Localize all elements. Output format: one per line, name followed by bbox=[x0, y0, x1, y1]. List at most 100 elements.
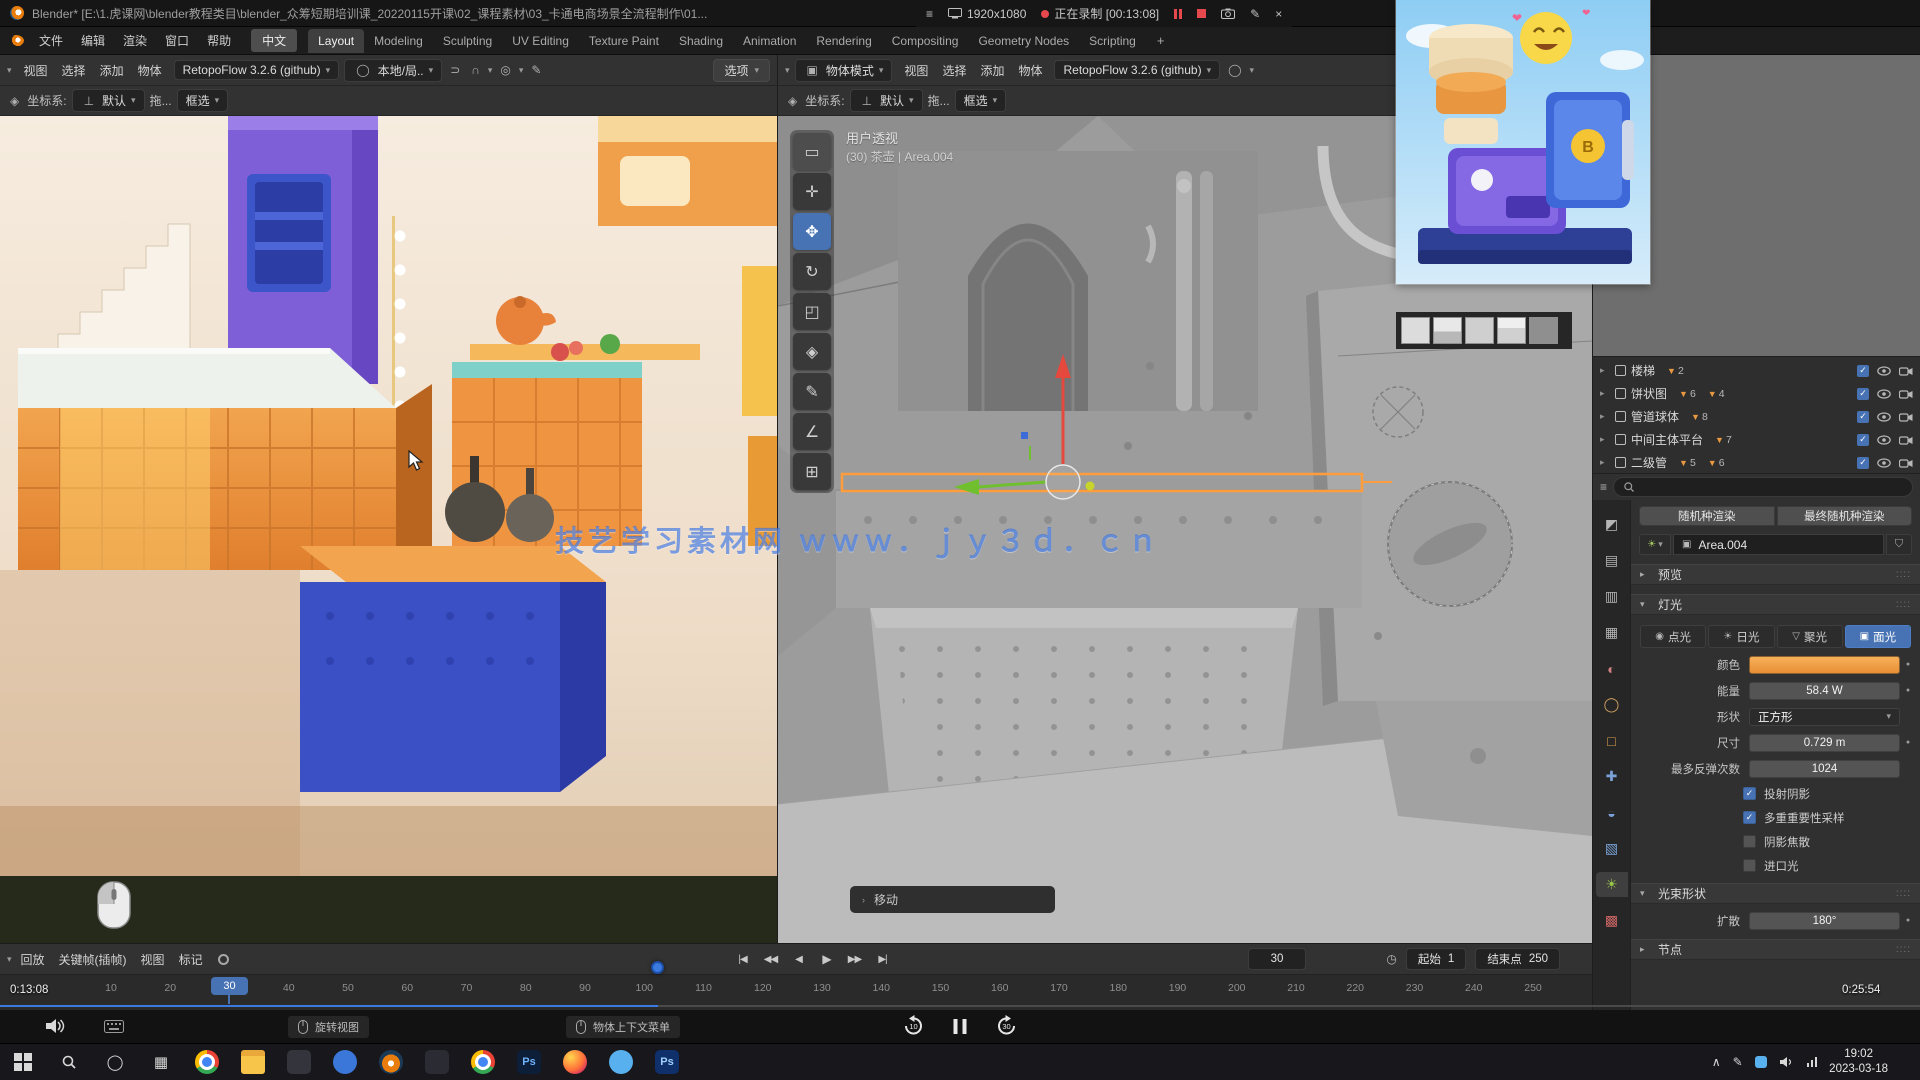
outliner-item-name[interactable]: 管道球体 bbox=[1631, 408, 1679, 425]
mode-dropdown[interactable]: ▣物体模式▾ bbox=[795, 59, 893, 82]
prop-checkbox-row-3[interactable]: 阴影焦散 bbox=[1743, 833, 1912, 850]
workspace-tab-rendering[interactable]: Rendering bbox=[806, 29, 881, 53]
recorder-pen-button[interactable]: ✎ bbox=[1250, 7, 1260, 21]
reference-image-preview[interactable]: B ❤ ❤ bbox=[1396, 0, 1650, 284]
play-button[interactable]: ▶ bbox=[814, 947, 839, 971]
transform-orientation-icon[interactable]: ◯ bbox=[1225, 63, 1244, 77]
taskbar-app-chrome[interactable] bbox=[184, 1044, 230, 1080]
area-light-button[interactable]: ▣面光 bbox=[1845, 625, 1911, 648]
measure-tool[interactable]: ∠ bbox=[793, 413, 831, 450]
taskbar-app-blender[interactable] bbox=[368, 1044, 414, 1080]
field-color[interactable] bbox=[1749, 656, 1900, 674]
jump-to-end-button[interactable]: ▶| bbox=[870, 947, 895, 971]
frame-end-field[interactable]: 结束点250 bbox=[1475, 948, 1560, 970]
taskbar-app-file-explorer[interactable] bbox=[230, 1044, 276, 1080]
thumbnail[interactable] bbox=[1529, 317, 1558, 344]
prev-keyframe-button[interactable]: ◀◀ bbox=[758, 947, 783, 971]
editor-chevron-icon[interactable]: ▾ bbox=[7, 65, 12, 76]
taskbar-app-chrome-2[interactable] bbox=[460, 1044, 506, 1080]
seed-render-button[interactable]: 随机种渲染 bbox=[1639, 506, 1775, 526]
outliner-item-name[interactable]: 楼梯 bbox=[1631, 362, 1655, 379]
menubar-menu-3[interactable]: 渲染 bbox=[114, 29, 156, 52]
timeline-menu-4[interactable]: 标记 bbox=[172, 948, 210, 971]
taskbar-app-task-view[interactable]: ▦ bbox=[138, 1044, 184, 1080]
workspace-tab-modeling[interactable]: Modeling bbox=[364, 29, 433, 53]
link-icon[interactable]: ⊃ bbox=[447, 63, 463, 77]
outliner-row[interactable]: ▸饼状图▼6▼4✓ bbox=[1593, 382, 1920, 405]
checkbox-icon[interactable]: ✓ bbox=[1743, 811, 1756, 824]
tab-object-data-icon[interactable]: ☀ bbox=[1596, 872, 1628, 897]
workspace-tab-texture-paint[interactable]: Texture Paint bbox=[579, 29, 669, 53]
falloff-dropdown-chevron[interactable]: ▾ bbox=[519, 65, 524, 76]
tray-volume-icon[interactable] bbox=[1779, 1056, 1795, 1068]
select-mode-dropdown[interactable]: 框选▾ bbox=[955, 89, 1007, 112]
checkbox-icon[interactable] bbox=[1743, 835, 1756, 848]
tray-app-icon[interactable] bbox=[1755, 1056, 1767, 1068]
operator-panel[interactable]: › 移动 bbox=[850, 886, 1055, 913]
checkbox-icon[interactable] bbox=[1743, 859, 1756, 872]
workspace-tab-scripting[interactable]: Scripting bbox=[1079, 29, 1146, 53]
section-nodes[interactable]: ▸节点:::: bbox=[1631, 939, 1920, 960]
timeline-menu-1[interactable]: 回放 bbox=[14, 948, 52, 971]
viewport-options-button[interactable]: 选项▾ bbox=[713, 59, 770, 82]
section-beam-shape[interactable]: ▾光束形状:::: bbox=[1631, 883, 1920, 904]
eye-icon[interactable] bbox=[1877, 458, 1891, 468]
annotation-pen-icon[interactable]: ✎ bbox=[1733, 1055, 1743, 1069]
tool-settings-icon[interactable]: ◈ bbox=[785, 94, 800, 108]
recorder-close-button[interactable]: × bbox=[1275, 7, 1282, 21]
current-frame-field[interactable]: 30 bbox=[1248, 948, 1306, 970]
section-light[interactable]: ▾灯光:::: bbox=[1631, 594, 1920, 615]
cursor-tool[interactable]: ✛ bbox=[793, 173, 831, 210]
id-name-field[interactable]: ▣Area.004 bbox=[1673, 534, 1884, 555]
outliner-item-name[interactable]: 二级管 bbox=[1631, 454, 1667, 471]
animate-dot[interactable]: ● bbox=[1900, 687, 1916, 694]
disclosure-icon[interactable]: ▸ bbox=[1600, 434, 1610, 445]
outliner-row[interactable]: ▸管道球体▼8✓ bbox=[1593, 405, 1920, 428]
taskbar-app-app-dark-2[interactable] bbox=[414, 1044, 460, 1080]
right-vp-menu-3[interactable]: 添加 bbox=[973, 59, 1011, 82]
taskbar-app-edge[interactable] bbox=[322, 1044, 368, 1080]
outliner-item-name[interactable]: 中间主体平台 bbox=[1631, 431, 1703, 448]
fake-user-shield-button[interactable]: ⛉ bbox=[1886, 534, 1912, 555]
orientation-dropdown[interactable]: ⊥默认▾ bbox=[72, 89, 145, 112]
outliner-row[interactable]: ▸楼梯▼2✓ bbox=[1593, 359, 1920, 382]
left-vp-menu-2[interactable]: 选择 bbox=[55, 59, 93, 82]
disclosure-icon[interactable]: ▸ bbox=[1600, 411, 1610, 422]
snap-magnet-icon[interactable]: ∩ bbox=[468, 63, 483, 77]
workspace-tab-animation[interactable]: Animation bbox=[733, 29, 806, 53]
tab-modifiers-icon[interactable]: ✚ bbox=[1596, 764, 1628, 789]
tray-chevron-up-icon[interactable]: ∧ bbox=[1712, 1055, 1721, 1069]
taskbar-app-firefox[interactable] bbox=[552, 1044, 598, 1080]
tab-render-icon[interactable]: ▤ bbox=[1596, 548, 1628, 573]
player-progress-knob[interactable] bbox=[651, 961, 664, 974]
camera-icon[interactable] bbox=[1899, 435, 1913, 445]
properties-editor-icon[interactable]: ≡ bbox=[1600, 480, 1607, 494]
timeline-menu-3[interactable]: 视图 bbox=[134, 948, 172, 971]
selectable-checkbox-icon[interactable]: ✓ bbox=[1857, 388, 1869, 400]
right-vp-menu-2[interactable]: 选择 bbox=[935, 59, 973, 82]
taskbar-app-photoshop-dark[interactable]: Ps bbox=[506, 1044, 552, 1080]
right-vp-menu-1[interactable]: 视图 bbox=[897, 59, 935, 82]
spread-slider[interactable]: 180° bbox=[1749, 912, 1900, 930]
taskbar-app-photoshop[interactable]: Ps bbox=[644, 1044, 690, 1080]
timeline-ruler[interactable]: 1020304050607080901001101201301401501601… bbox=[0, 974, 1592, 1003]
skip-back-button[interactable]: 10 bbox=[902, 1014, 926, 1038]
start-button[interactable] bbox=[0, 1044, 46, 1080]
next-keyframe-button[interactable]: ▶▶ bbox=[842, 947, 867, 971]
right-vp-menu-4[interactable]: 物体 bbox=[1011, 59, 1049, 82]
annotate-tool[interactable]: ✎ bbox=[793, 373, 831, 410]
disclosure-icon[interactable]: ▸ bbox=[1600, 457, 1610, 468]
menubar-menu-2[interactable]: 编辑 bbox=[72, 29, 114, 52]
camera-icon[interactable] bbox=[1899, 389, 1913, 399]
tab-world-icon[interactable]: ◯ bbox=[1596, 692, 1628, 717]
pause-button[interactable] bbox=[954, 1019, 967, 1034]
skip-forward-button[interactable]: 30 bbox=[995, 1014, 1019, 1038]
tab-object-icon[interactable]: □ bbox=[1596, 728, 1628, 753]
tab-physics-icon[interactable]: ◒ bbox=[1596, 800, 1628, 825]
disclosure-icon[interactable]: ▸ bbox=[1600, 388, 1610, 399]
outliner-item-name[interactable]: 饼状图 bbox=[1631, 385, 1667, 402]
checkbox-icon[interactable]: ✓ bbox=[1743, 787, 1756, 800]
playhead[interactable]: 30 bbox=[211, 977, 248, 995]
tool-settings-icon[interactable]: ◈ bbox=[7, 94, 22, 108]
select-box-tool[interactable]: ▭ bbox=[793, 133, 831, 170]
